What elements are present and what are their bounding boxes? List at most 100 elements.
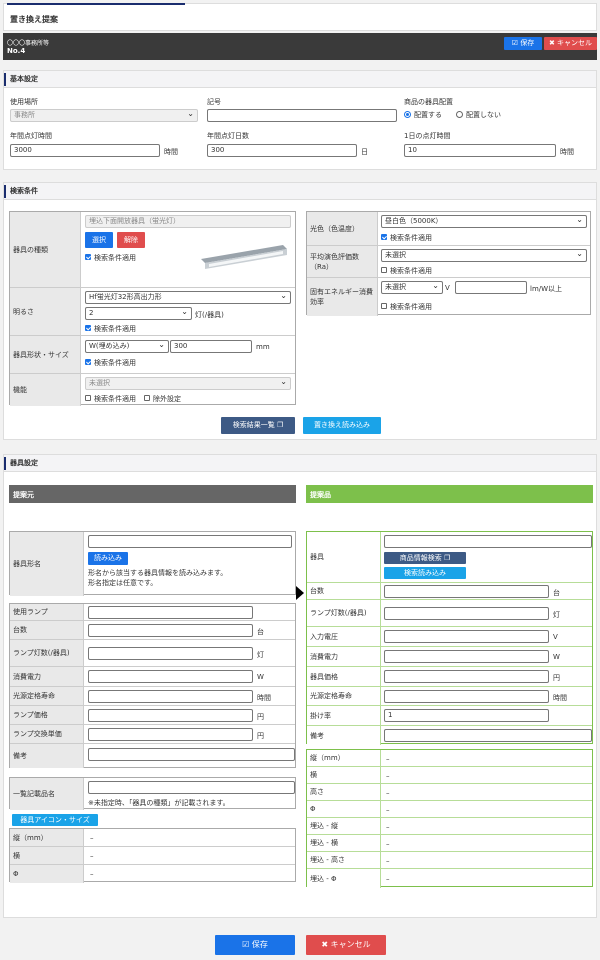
- shape-size-input[interactable]: 300: [170, 340, 252, 353]
- shape-label: 器具形状・サイズ: [10, 336, 81, 373]
- brightness-select[interactable]: Hf蛍光灯32形高出力形: [85, 291, 291, 304]
- note-input[interactable]: [88, 748, 295, 761]
- proposal-size-table: 縦（mm） – 横 – 高さ – Φ – 埋込 - 縦 – 埋込 - 横 – 埋込 - 高さ…: [306, 749, 593, 888]
- p-count-input[interactable]: [384, 585, 549, 598]
- lamp-change-input[interactable]: [88, 728, 253, 741]
- function-apply-checkbox[interactable]: 検索条件適用: [85, 394, 136, 404]
- fixture-image-svg: [201, 245, 287, 269]
- placement-no-radio[interactable]: 配置しない: [456, 110, 501, 120]
- p-note-input[interactable]: [384, 729, 592, 742]
- icon-size-button[interactable]: 器具アイコン・サイズ: [12, 814, 98, 826]
- fixture-image: [195, 237, 291, 285]
- title-accent: [7, 3, 185, 5]
- power-unit: W: [257, 673, 264, 681]
- width-row: 横 –: [10, 847, 295, 865]
- efficiency-cell: 未選択 V lm/W以上 検索条件適用: [378, 278, 590, 316]
- list-name-note: ※未指定時、「器具の種類」が記載されます。: [88, 799, 230, 807]
- fixture-settings-panel: 器具設定 提案元 提案品 器具形名 読み込み 形名から該当する器具情報を読み込み…: [3, 454, 597, 918]
- placement-no-label: 配置しない: [466, 111, 501, 119]
- record-header: 〇〇〇事務所等 No.4 ☑ 保存 ✖ キャンセル: [3, 33, 597, 60]
- life-unit: 時間: [257, 694, 271, 702]
- annual-days-unit: 日: [361, 148, 368, 156]
- p-note-label: 備考: [307, 726, 381, 745]
- phi-row: Φ –: [10, 865, 295, 883]
- placement-yes-radio[interactable]: 配置する: [404, 110, 442, 120]
- p-power-input[interactable]: [384, 650, 549, 663]
- lamps-unit: 灯: [257, 651, 264, 659]
- lamp-price-input[interactable]: [88, 709, 253, 722]
- product-info-label: 商品情報検索: [399, 554, 442, 562]
- header-cancel-button[interactable]: ✖ キャンセル: [544, 37, 597, 50]
- location-select[interactable]: 事務所: [10, 109, 198, 122]
- p-emb-depth-row: 埋込 - 縦 –: [307, 818, 592, 835]
- fixture-type-cell: 埋込下面開放器具（蛍光灯） 選択 解除 検索条件適用: [81, 212, 295, 287]
- checkbox-icon: [381, 303, 387, 309]
- efficiency-apply-checkbox[interactable]: 検索条件適用: [381, 302, 432, 312]
- annual-hours-input[interactable]: 3000: [10, 144, 160, 157]
- p-height-value: –: [386, 789, 390, 797]
- type-apply-checkbox[interactable]: 検索条件適用: [85, 253, 136, 263]
- proposal-title: 提案品: [310, 491, 331, 499]
- title-bar: 置き換え提案: [3, 3, 597, 31]
- search-read-button[interactable]: 検索読み込み: [384, 567, 466, 579]
- lamps-input[interactable]: [88, 647, 253, 660]
- read-button[interactable]: 読み込み: [88, 552, 128, 565]
- fixture-type-input[interactable]: 埋込下面開放器具（蛍光灯）: [85, 215, 291, 228]
- shape-apply-checkbox[interactable]: 検索条件適用: [85, 358, 136, 368]
- search-conditions-title: 検索条件: [4, 183, 596, 200]
- p-emb-height-value: –: [386, 857, 390, 865]
- cri-apply-checkbox[interactable]: 検索条件適用: [381, 266, 432, 276]
- life-row: 光源定格寿命 時間: [10, 687, 295, 706]
- proposal-spec-table: 器具 商品情報検索 ❐ 検索読み込み 台数 台 ランプ灯数(/器具) 灯 入力電圧 V…: [306, 531, 593, 745]
- lamp-input[interactable]: [88, 606, 253, 619]
- color-select[interactable]: 昼白色（5000K）: [381, 215, 587, 228]
- brightness-apply-checkbox[interactable]: 検索条件適用: [85, 324, 136, 334]
- function-select[interactable]: 未選択: [85, 377, 291, 390]
- life-input[interactable]: [88, 690, 253, 703]
- search-results-button[interactable]: 検索結果一覧 ❐: [221, 417, 295, 434]
- lamp-count-select[interactable]: 2: [85, 307, 192, 320]
- p-rate-input[interactable]: 1: [384, 709, 549, 722]
- efficiency-select[interactable]: 未選択: [381, 281, 443, 294]
- power-input[interactable]: [88, 670, 253, 683]
- p-lamps-input[interactable]: [384, 607, 549, 620]
- count-input[interactable]: [88, 624, 253, 637]
- annual-days-input[interactable]: 300: [207, 144, 357, 157]
- source-header: 提案元: [9, 485, 296, 503]
- p-voltage-input[interactable]: [384, 630, 549, 643]
- footer-cancel-button[interactable]: ✖ キャンセル: [306, 935, 386, 955]
- p-width-row: 横 –: [307, 767, 592, 784]
- source-model-table: 器具形名 読み込み 形名から該当する器具情報を読み込みます。 形名指定は任意です…: [9, 531, 296, 596]
- p-fixture-input[interactable]: [384, 535, 592, 548]
- model-row: 器具形名 読み込み 形名から該当する器具情報を読み込みます。 形名指定は任意です…: [10, 532, 295, 596]
- lamp-price-label: ランプ価格: [10, 706, 84, 724]
- p-emb-height-row: 埋込 - 高さ –: [307, 852, 592, 869]
- color-apply-checkbox[interactable]: 検索条件適用: [381, 233, 432, 243]
- p-emb-height-label: 埋込 - 高さ: [307, 852, 381, 868]
- p-price-input[interactable]: [384, 670, 549, 683]
- cri-cell: 未選択 検索条件適用: [378, 246, 590, 277]
- list-name-input[interactable]: [88, 781, 295, 794]
- model-input[interactable]: [88, 535, 292, 548]
- shape-select[interactable]: W(埋め込み): [85, 340, 169, 353]
- p-power-label: 消費電力: [307, 647, 381, 666]
- exclude-checkbox[interactable]: 除外設定: [144, 394, 181, 404]
- clear-button[interactable]: 解除: [117, 232, 145, 248]
- arrow-right-icon: [296, 586, 304, 600]
- daily-hours-input[interactable]: 10: [404, 144, 556, 157]
- cri-select[interactable]: 未選択: [381, 249, 587, 262]
- import-replacement-button[interactable]: 置き換え読み込み: [303, 417, 381, 434]
- product-info-button[interactable]: 商品情報検索 ❐: [384, 552, 466, 564]
- efficiency-input[interactable]: [455, 281, 527, 294]
- select-button[interactable]: 選択: [85, 232, 113, 248]
- p-life-input[interactable]: [384, 690, 549, 703]
- header-save-button[interactable]: ☑ 保存: [504, 37, 542, 50]
- p-voltage-unit: V: [553, 633, 558, 641]
- footer-save-button[interactable]: ☑ 保存: [215, 935, 295, 955]
- color-cell: 昼白色（5000K） 検索条件適用: [378, 212, 590, 245]
- p-count-row: 台数 台: [307, 583, 592, 600]
- search-conditions-panel: 検索条件 器具の種類 埋込下面開放器具（蛍光灯） 選択 解除 検索条件適用 明る…: [3, 182, 597, 440]
- symbol-input[interactable]: [207, 109, 397, 122]
- basic-settings-panel: 基本設定 使用場所 事務所 記号 商品の器具配置 配置する 配置しない 年間点灯…: [3, 70, 597, 170]
- p-voltage-row: 入力電圧 V: [307, 627, 592, 647]
